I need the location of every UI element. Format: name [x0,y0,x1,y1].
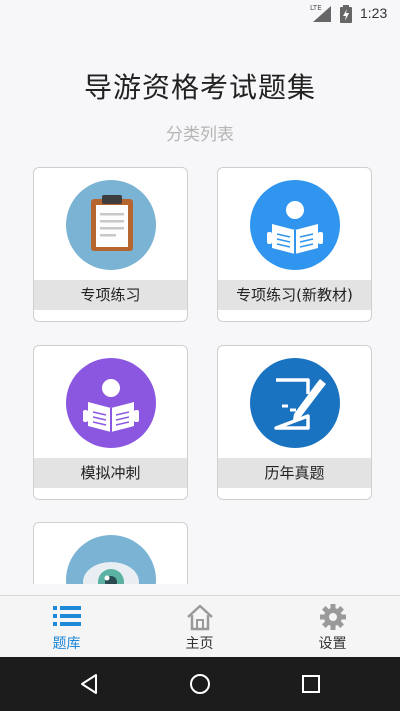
nav-label: 主页 [185,636,214,652]
category-card-mock-sprint[interactable]: 模拟冲刺 [33,345,188,500]
category-grid[interactable]: 专项练习 专项练习(新教材) 模拟冲刺 历年真题 [0,150,400,584]
clipboard-icon [66,180,156,270]
nav-question-bank[interactable]: 题库 [0,596,133,658]
category-card-past-exams[interactable]: 历年真题 [217,345,372,500]
category-card-special-practice-new[interactable]: 专项练习(新教材) [217,167,372,322]
nav-settings[interactable]: 设置 [266,596,399,658]
category-label: 模拟冲刺 [34,458,187,488]
list-icon [53,606,81,626]
category-card-eye[interactable] [33,522,188,584]
category-card-special-practice[interactable]: 专项练习 [33,167,188,322]
battery-charging-icon [340,5,352,23]
reader-icon [250,180,340,270]
category-label: 专项练习 [34,280,187,310]
pen-paper-icon [250,358,340,448]
eye-icon [66,535,156,584]
bottom-nav: 题库 主页 设置 [0,595,400,657]
system-nav-bar [0,657,400,711]
clock: 1:23 [360,5,388,21]
back-icon[interactable] [78,672,102,696]
page-subtitle: 分类列表 [166,125,234,145]
page-title: 导游资格考试题集 [83,71,316,104]
signal-icon [313,6,331,22]
status-bar: LTE 1:23 [0,0,400,28]
home-circle-icon[interactable] [188,672,212,696]
home-icon [187,604,213,631]
reader-icon [66,358,156,448]
recents-icon[interactable] [299,672,323,696]
gear-icon [320,604,346,630]
category-label: 专项练习(新教材) [218,280,371,310]
category-label: 历年真题 [218,458,371,488]
nav-label: 题库 [52,636,81,652]
nav-label: 设置 [318,636,347,652]
nav-home[interactable]: 主页 [133,596,266,658]
